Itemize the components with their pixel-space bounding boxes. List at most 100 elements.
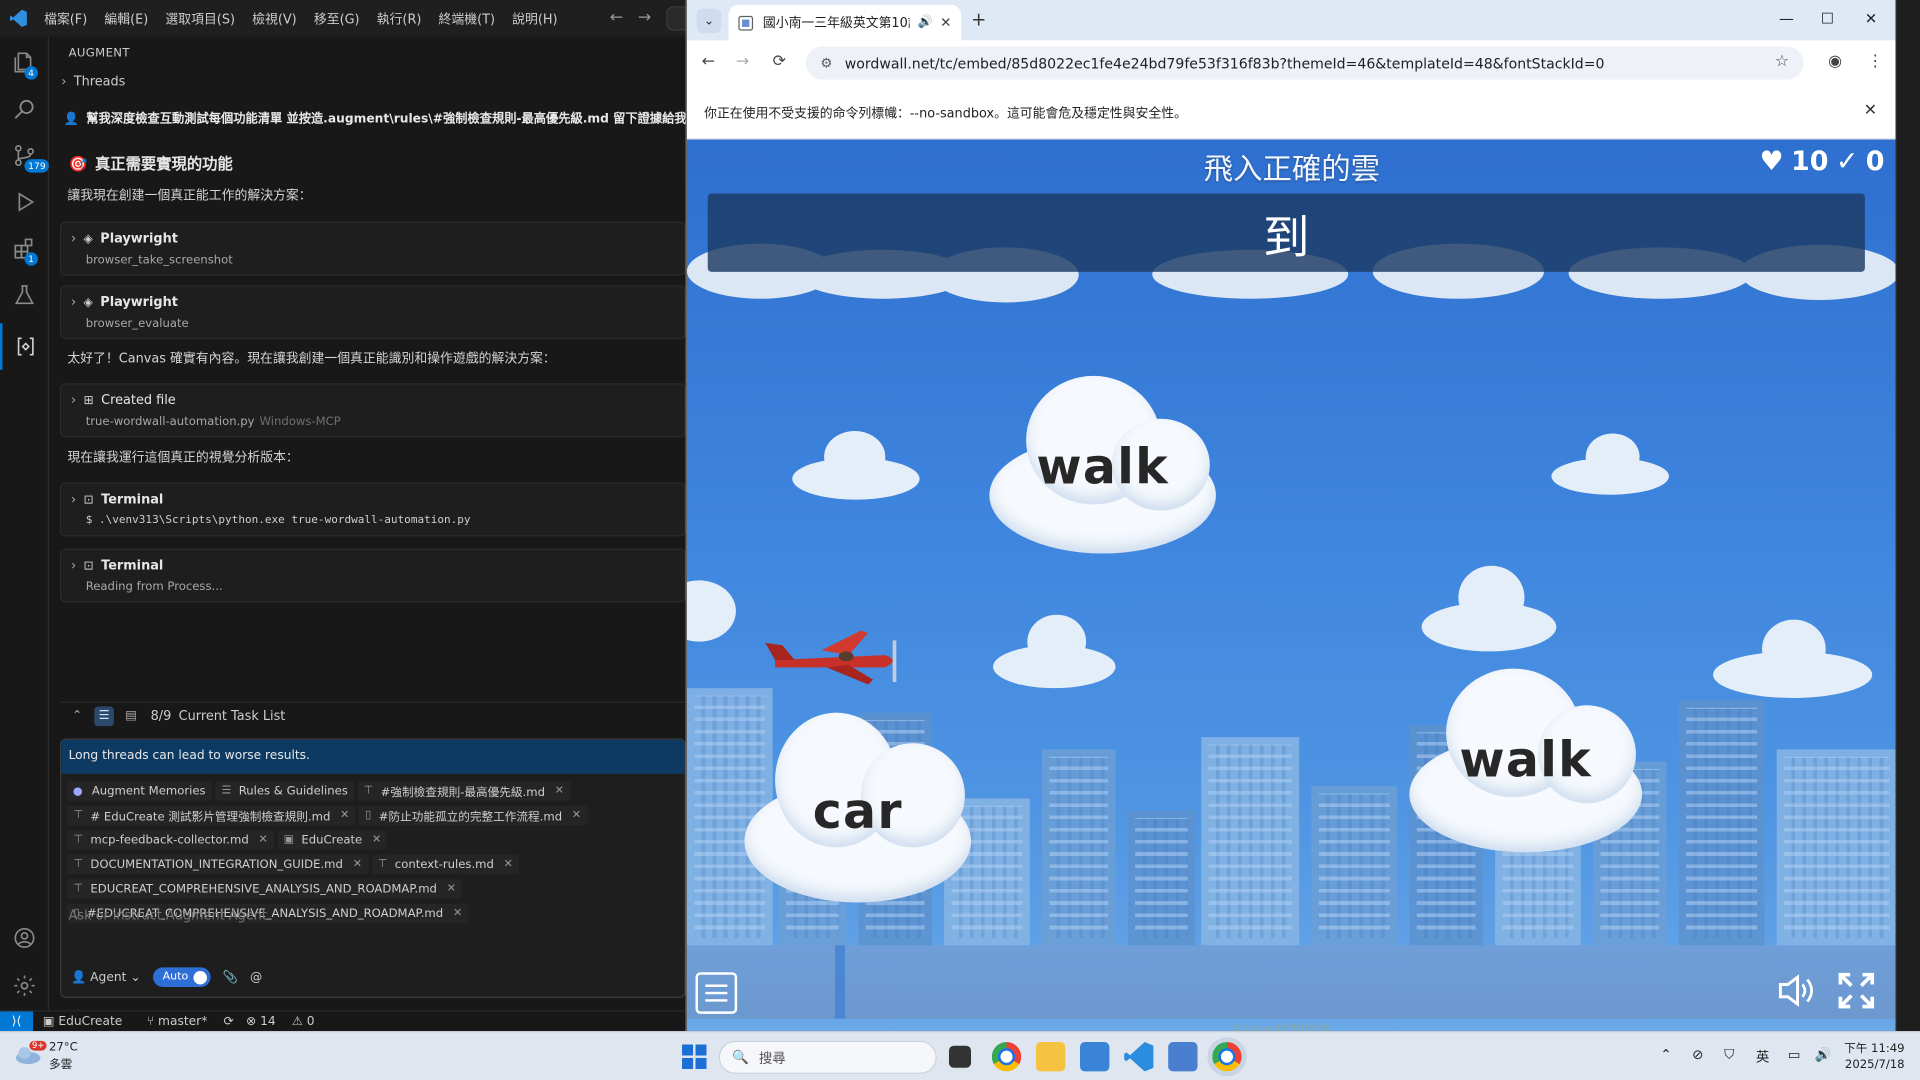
remove-chip-icon[interactable]: ✕ [353, 858, 362, 870]
tool-call-created-file[interactable]: › ⊞ Created file true-wordwall-automation.… [60, 383, 686, 438]
audio-playing-icon[interactable]: 🔊 [918, 16, 933, 29]
remove-chip-icon[interactable]: ✕ [372, 834, 381, 846]
context-chip[interactable]: ▣ EduCreate ✕ [277, 830, 388, 850]
close-tab-icon[interactable]: ✕ [940, 15, 951, 31]
run-debug-icon[interactable] [0, 179, 49, 226]
context-chip[interactable]: ⊤ # EduCreate 測試影片管理強制檢查規則.md ✕ [67, 805, 356, 826]
app-icon[interactable] [1080, 1042, 1110, 1072]
task-view-icon[interactable] [948, 1045, 972, 1068]
remote-icon[interactable]: ⟩⟨ [0, 1010, 34, 1032]
game-canvas[interactable]: 飛入正確的雲 ♥ 10 ✓ 0 到 walk car walk 由Wordwal… [686, 139, 1897, 1032]
notepad-icon[interactable] [1168, 1042, 1198, 1072]
context-chip[interactable]: ☰ Rules & Guidelines [215, 781, 354, 801]
answer-cloud-1[interactable]: walk [989, 375, 1216, 566]
context-chip[interactable]: ⊤ DOCUMENTATION_INTEGRATION_GUIDE.md ✕ [67, 854, 369, 875]
context-chip[interactable]: ⊤ #強制檢查規則-最高優先級.md ✕ [357, 781, 571, 801]
command-center[interactable] [666, 6, 686, 31]
airplane-player[interactable] [763, 623, 910, 696]
forward-icon[interactable]: → [736, 53, 749, 71]
expand-icon[interactable]: ⌃ [67, 706, 87, 726]
augment-icon[interactable] [0, 323, 49, 370]
remove-chip-icon[interactable]: ✕ [259, 834, 268, 846]
agent-mode-dropdown[interactable]: 👤 Agent ⌄ [71, 970, 141, 983]
status-project[interactable]: ▣ EduCreate [43, 1014, 135, 1027]
tool-call-terminal-2[interactable]: › ⊡ Terminal Reading from Process... [60, 548, 686, 603]
display-icon[interactable]: ▭ [1788, 1047, 1801, 1063]
close-infobar-icon[interactable]: ✕ [1864, 102, 1877, 120]
context-chip[interactable]: ⊤ EDUCREAT_COMPREHENSIVE_ANALYSIS_AND_ROA… [67, 879, 463, 899]
menu-selection[interactable]: 選取項目(S) [165, 9, 235, 27]
status-branch[interactable]: ⑂ master* ⟳ [147, 1014, 234, 1027]
forward-arrow-icon[interactable]: → [638, 9, 651, 27]
menu-file[interactable]: 檔案(F) [44, 9, 87, 27]
tray-chevron-icon[interactable]: ⌃ [1660, 1047, 1671, 1063]
settings-gear-icon[interactable] [0, 962, 49, 1009]
menu-help[interactable]: 說明(H) [512, 9, 557, 27]
taskbar-search[interactable]: 🔍 搜尋 [718, 1040, 937, 1074]
game-menu-icon[interactable] [695, 972, 738, 1014]
remove-chip-icon[interactable]: ✕ [572, 809, 581, 821]
network-icon[interactable]: ⊘ [1692, 1047, 1703, 1063]
attach-icon[interactable]: 📎 [223, 970, 238, 983]
minimize-icon[interactable]: — [1779, 10, 1794, 27]
answer-cloud-3[interactable]: walk [1409, 668, 1643, 859]
security-icon[interactable]: ⛉ [1724, 1047, 1734, 1064]
menu-go[interactable]: 移至(G) [314, 9, 360, 27]
answer-cloud-2[interactable]: car [744, 712, 972, 909]
tool-call-terminal-1[interactable]: › ⊡ Terminal $ .\venv313\Scripts\python.ex… [60, 482, 686, 537]
source-control-icon[interactable]: 179 [0, 132, 50, 179]
task-list-bar[interactable]: ⌃ ☰ ▤ 8/9 Current Task List [60, 701, 686, 729]
threads-toggle[interactable]: › Threads [61, 75, 125, 90]
context-chip[interactable]: ▯ #防止功能孤立的完整工作流程.md ✕ [359, 805, 588, 826]
extensions-icon[interactable]: 1 [0, 225, 49, 272]
composer-input[interactable]: Ask or instruct Augment Agent [69, 909, 267, 924]
menu-edit[interactable]: 編輯(E) [104, 9, 148, 27]
document-icon[interactable]: ▤ [121, 706, 141, 726]
remove-chip-icon[interactable]: ✕ [555, 785, 564, 797]
maximize-icon[interactable]: ☐ [1821, 10, 1834, 27]
remove-chip-icon[interactable]: ✕ [447, 883, 456, 895]
close-window-icon[interactable]: ✕ [1865, 10, 1877, 27]
vscode-taskbar-icon[interactable] [1124, 1042, 1154, 1072]
tab-search-icon[interactable]: ⌄ [696, 8, 722, 34]
menu-view[interactable]: 檢視(V) [252, 9, 297, 27]
context-chip[interactable]: Augment Memories [67, 781, 212, 801]
mention-icon[interactable]: @ [250, 970, 262, 983]
testing-flask-icon[interactable] [0, 272, 49, 319]
volume-icon[interactable]: 🔊 [1815, 1047, 1832, 1063]
more-menu-icon[interactable]: ⋮ [1867, 53, 1883, 71]
list-view-icon[interactable]: ☰ [94, 705, 114, 726]
fullscreen-icon[interactable] [1838, 972, 1875, 1009]
remove-chip-icon[interactable]: ✕ [504, 858, 513, 870]
reload-icon[interactable]: ⟳ [773, 53, 786, 71]
file-explorer-icon[interactable] [1035, 1042, 1066, 1072]
bookmark-star-icon[interactable]: ☆ [1775, 53, 1789, 71]
weather-widget[interactable]: 9+ 27°C 多雲 [15, 1040, 78, 1071]
tool-call-playwright-2[interactable]: › ◈ Playwright browser_evaluate [60, 285, 686, 340]
profile-icon[interactable]: ◉ [1828, 53, 1842, 71]
tool-call-playwright-1[interactable]: › ◈ Playwright browser_take_screenshot [60, 221, 686, 276]
chrome-taskbar-icon[interactable] [991, 1042, 1022, 1072]
new-tab-icon[interactable]: + [971, 9, 986, 31]
menu-terminal[interactable]: 終端機(T) [439, 9, 495, 27]
status-problems[interactable]: ⊗ 14 ⚠ 0 [246, 1014, 327, 1027]
chrome-active-taskbar-icon[interactable] [1212, 1042, 1242, 1072]
remove-chip-icon[interactable]: ✕ [340, 809, 349, 821]
back-arrow-icon[interactable]: ← [610, 9, 623, 27]
auto-toggle[interactable]: Auto [152, 967, 211, 987]
system-clock[interactable]: 下午 11:49 2025/7/18 [1844, 1041, 1904, 1073]
search-icon[interactable] [0, 86, 49, 133]
browser-tab[interactable]: 國小南一三年級英文第10課 🔊 ✕ [728, 4, 962, 41]
remove-chip-icon[interactable]: ✕ [453, 907, 462, 919]
explorer-icon[interactable]: 4 [0, 39, 49, 86]
ime-indicator[interactable]: 英 [1756, 1047, 1769, 1067]
windows-start-icon[interactable] [682, 1044, 707, 1069]
sound-icon[interactable] [1777, 972, 1816, 1009]
back-icon[interactable]: ← [702, 53, 715, 71]
menu-run[interactable]: 執行(R) [377, 9, 422, 27]
wordwall-credit[interactable]: 由Wordwall提供技術支援 [1232, 1022, 1331, 1031]
context-chip[interactable]: ⊤ mcp-feedback-collector.md ✕ [67, 830, 274, 850]
address-bar[interactable]: ⚙ wordwall.net/tc/embed/85d8022ec1fe4e24… [805, 46, 1804, 80]
site-info-icon[interactable]: ⚙ [820, 55, 832, 71]
context-chip[interactable]: ⊤ context-rules.md ✕ [371, 854, 520, 875]
